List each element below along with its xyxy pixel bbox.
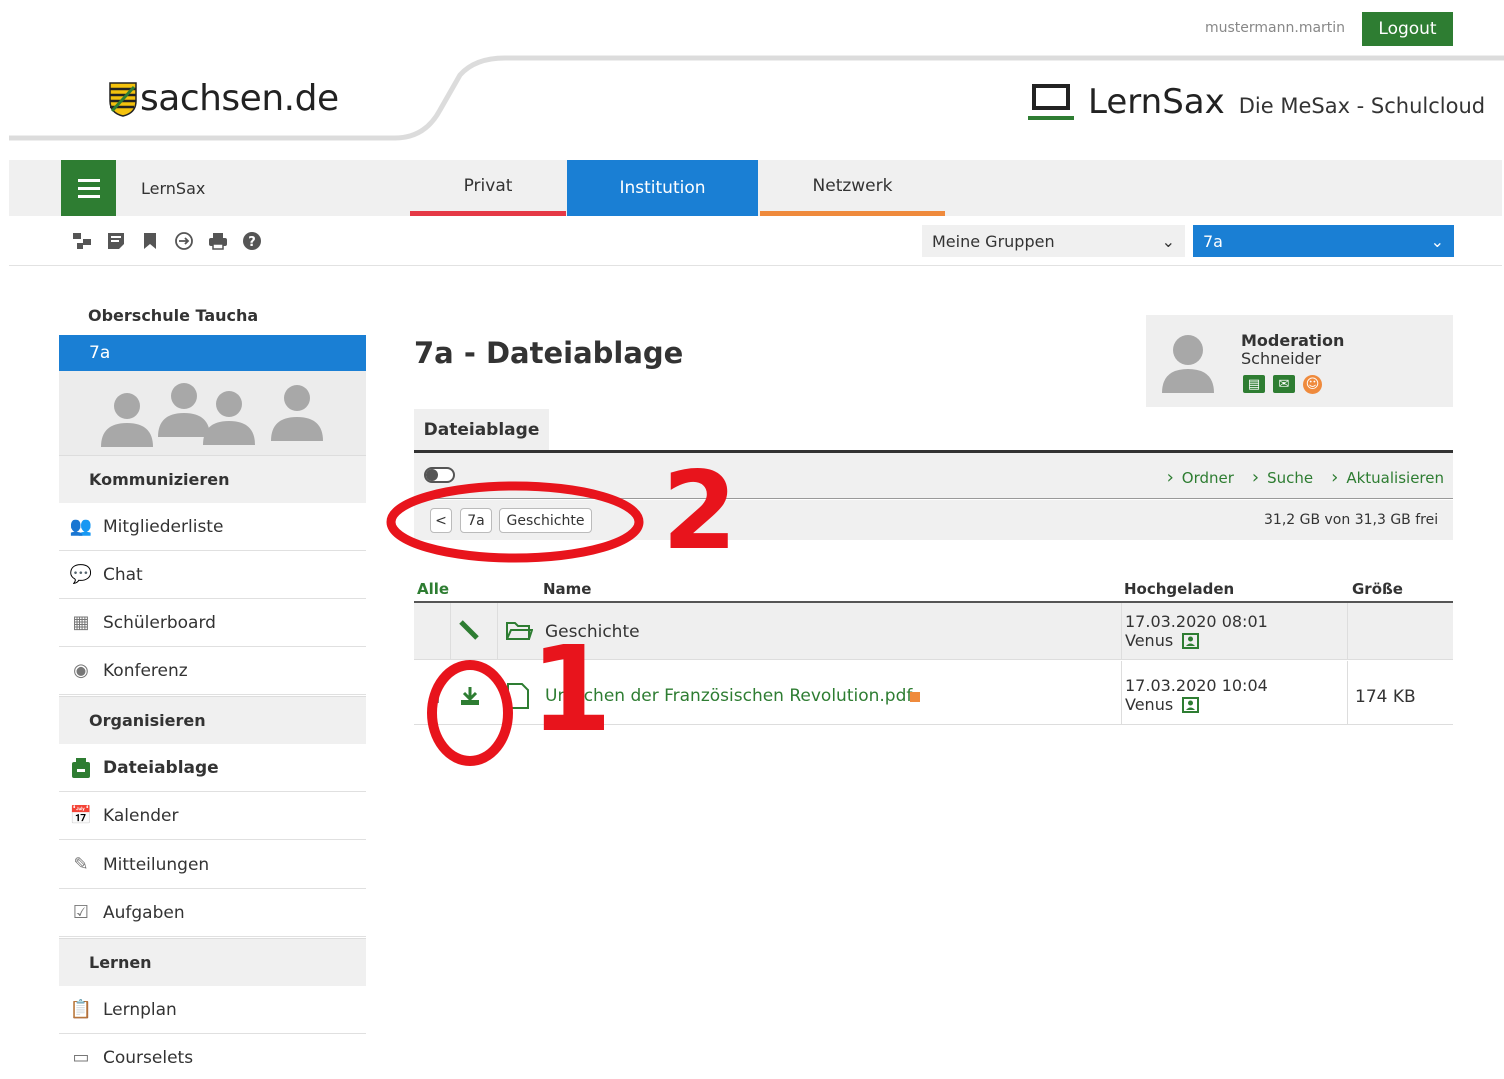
upload-date: 17.03.2020 10:04 <box>1125 676 1268 695</box>
uploader[interactable]: Venus <box>1125 631 1173 650</box>
sidebar-item-dateiablage[interactable]: Dateiablage <box>59 744 366 792</box>
file-storage-icon <box>59 757 103 779</box>
logout-icon[interactable] <box>174 230 194 252</box>
chat-icon: 💬 <box>69 564 93 585</box>
group-avatar <box>59 371 366 455</box>
contact-card-icon[interactable]: ▤ <box>1243 375 1265 393</box>
checkbox-icon: ☑ <box>72 902 90 923</box>
tab-privat[interactable]: Privat <box>410 160 566 216</box>
sidebar-section-lernen: Lernen <box>59 938 366 986</box>
members-icon: 👥 <box>69 516 93 537</box>
sidebar-section-organisieren: Organisieren <box>59 696 366 744</box>
sidebar-item-label: Lernplan <box>103 999 177 1020</box>
sidebar-item-label: Chat <box>103 564 143 585</box>
sidebar-item-label: Mitteilungen <box>103 854 210 875</box>
class-select-value: 7a <box>1203 231 1223 251</box>
tab-institution[interactable]: Institution <box>567 160 758 216</box>
conference-icon: ◉ <box>73 660 89 681</box>
sidebar-item-chat[interactable]: 💬 Chat <box>59 551 366 599</box>
sidebar-item-lernplan[interactable]: 📋 Lernplan <box>59 986 366 1034</box>
sidebar-item-label: Mitgliederliste <box>103 516 224 537</box>
group-members-icon <box>101 383 323 447</box>
clipboard-icon: 📋 <box>69 999 93 1020</box>
column-header-size[interactable]: Größe <box>1352 580 1403 598</box>
lernsax-subtitle: Die MeSax - Schulcloud <box>1238 94 1486 118</box>
uploader[interactable]: Venus <box>1125 695 1173 714</box>
user-card-icon[interactable] <box>1182 697 1199 717</box>
tab-netzwerk[interactable]: Netzwerk <box>760 160 945 216</box>
tab-dateiablage[interactable]: Dateiablage <box>414 409 549 451</box>
sidebar-item-konferenz[interactable]: ◉ Konferenz <box>59 647 366 695</box>
sidebar-active-group[interactable]: 7a <box>59 335 366 371</box>
sidebar-item-schuelerboard[interactable]: ▦ Schülerboard <box>59 599 366 647</box>
new-badge-icon <box>910 692 920 702</box>
annotation-overlay <box>386 481 644 766</box>
hamburger-menu-button[interactable] <box>61 160 116 216</box>
smiley-icon[interactable]: ☺ <box>1303 375 1322 394</box>
sachsen-logo-text: sachsen.de <box>140 78 339 119</box>
moderator-name[interactable]: Schneider <box>1241 349 1321 368</box>
sidebar-item-label: Konferenz <box>103 660 188 681</box>
annotation-number-one: 1 <box>530 620 613 758</box>
action-suche[interactable]: Suche <box>1252 467 1313 488</box>
svg-text:?: ? <box>248 235 256 250</box>
bookmark-icon[interactable] <box>140 230 160 252</box>
column-header-uploaded[interactable]: Hochgeladen <box>1124 580 1234 598</box>
sidebar-item-courselets[interactable]: ▭ Courselets <box>59 1034 366 1079</box>
sidebar-item-label: Kalender <box>103 805 179 826</box>
sidebar-item-label: Aufgaben <box>103 902 185 923</box>
group-select-value: Meine Gruppen <box>932 231 1055 251</box>
moderator-actions: ▤ ✉ ☺ <box>1243 375 1322 394</box>
sidebar-item-kalender[interactable]: 📅 Kalender <box>59 792 366 840</box>
file-size: 174 KB <box>1355 687 1416 707</box>
upload-date: 17.03.2020 08:01 <box>1125 612 1268 631</box>
sitemap-icon[interactable] <box>72 230 92 252</box>
sidebar-item-label: Dateiablage <box>103 757 219 778</box>
board-icon: ▦ <box>72 612 90 633</box>
notice-icon: ✎ <box>73 854 89 875</box>
help-icon[interactable]: ? <box>242 230 262 252</box>
sachsen-logo[interactable]: sachsen.de <box>108 78 339 119</box>
courselets-icon: ▭ <box>72 1047 90 1068</box>
avatar-icon <box>1162 335 1214 393</box>
calendar-icon: 📅 <box>69 805 93 826</box>
divider <box>9 265 1502 266</box>
note-icon[interactable] <box>106 230 126 252</box>
sidebar-item-label: Schülerboard <box>103 612 216 633</box>
action-links: Ordner Suche Aktualisieren <box>1167 467 1444 488</box>
saxony-coat-of-arms-icon <box>109 81 137 117</box>
sidebar-item-mitgliederliste[interactable]: 👥 Mitgliederliste <box>59 503 366 551</box>
lernsax-logo[interactable]: LernSax Die MeSax - Schulcloud <box>1028 82 1485 122</box>
sidebar-item-mitteilungen[interactable]: ✎ Mitteilungen <box>59 841 366 889</box>
print-icon[interactable] <box>208 230 228 252</box>
sidebar-section-kommunizieren: Kommunizieren <box>59 455 366 503</box>
laptop-icon <box>1028 84 1074 120</box>
user-card-icon[interactable] <box>1182 633 1199 653</box>
annotation-number-two: 2 <box>662 449 738 574</box>
lernsax-title: LernSax <box>1088 82 1225 122</box>
sidebar-item-label: Courselets <box>103 1047 194 1068</box>
chevron-down-icon: ⌄ <box>1430 231 1444 251</box>
storage-quota: 31,2 GB von 31,3 GB frei <box>1264 512 1439 528</box>
class-select[interactable]: 7a ⌄ <box>1193 225 1454 257</box>
header-curve-decoration <box>9 55 1504 141</box>
moderation-label: Moderation <box>1241 331 1345 350</box>
action-aktualisieren[interactable]: Aktualisieren <box>1331 467 1444 488</box>
sidebar-item-aufgaben[interactable]: ☑ Aufgaben <box>59 889 366 937</box>
mail-icon[interactable]: ✉ <box>1273 375 1295 393</box>
action-ordner[interactable]: Ordner <box>1167 467 1234 488</box>
page-title: 7a - Dateiablage <box>414 336 684 370</box>
nav-app-label[interactable]: LernSax <box>141 179 205 198</box>
chevron-down-icon: ⌄ <box>1161 231 1175 251</box>
group-select[interactable]: Meine Gruppen ⌄ <box>922 225 1185 257</box>
school-name[interactable]: Oberschule Taucha <box>88 306 258 325</box>
toolbar-icons: ? <box>72 230 262 252</box>
